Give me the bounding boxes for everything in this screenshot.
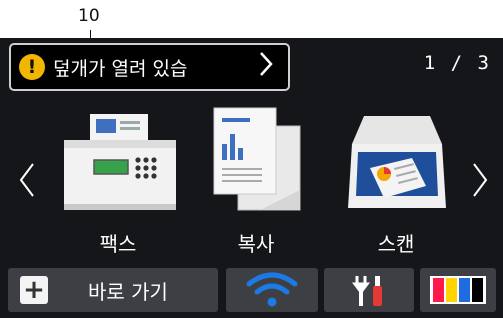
settings-button[interactable] <box>324 268 414 312</box>
status-message-bar[interactable]: ! 덮개가 열려 있습 <box>9 43 290 91</box>
exclamation-icon: ! <box>19 54 45 80</box>
next-page-arrow[interactable] <box>471 162 489 207</box>
copy-app-button[interactable] <box>208 104 304 218</box>
page-indicator: 1 / 3 <box>423 52 491 74</box>
shortcut-button[interactable]: + 바로 가기 <box>8 268 218 312</box>
previous-page-arrow[interactable] <box>18 162 36 207</box>
toner-icon <box>430 276 486 304</box>
status-message-text: 덮개가 열려 있습 <box>53 57 188 80</box>
fax-icon <box>64 114 176 210</box>
plus-icon: + <box>20 276 48 304</box>
wifi-button[interactable] <box>226 268 318 312</box>
scan-label: 스캔 <box>377 232 415 256</box>
fax-app-button[interactable] <box>60 108 180 218</box>
toner-button[interactable] <box>420 268 496 312</box>
tools-icon <box>352 276 382 306</box>
copy-icon <box>213 107 301 211</box>
scan-app-button[interactable] <box>342 112 452 216</box>
fax-label: 팩스 <box>99 232 137 256</box>
scan-icon <box>348 116 446 208</box>
copy-label: 복사 <box>237 232 275 256</box>
shortcut-label: 바로 가기 <box>88 279 168 304</box>
callout-number: 10 <box>78 6 100 26</box>
chevron-right-icon <box>259 51 273 83</box>
wifi-icon <box>246 272 298 307</box>
